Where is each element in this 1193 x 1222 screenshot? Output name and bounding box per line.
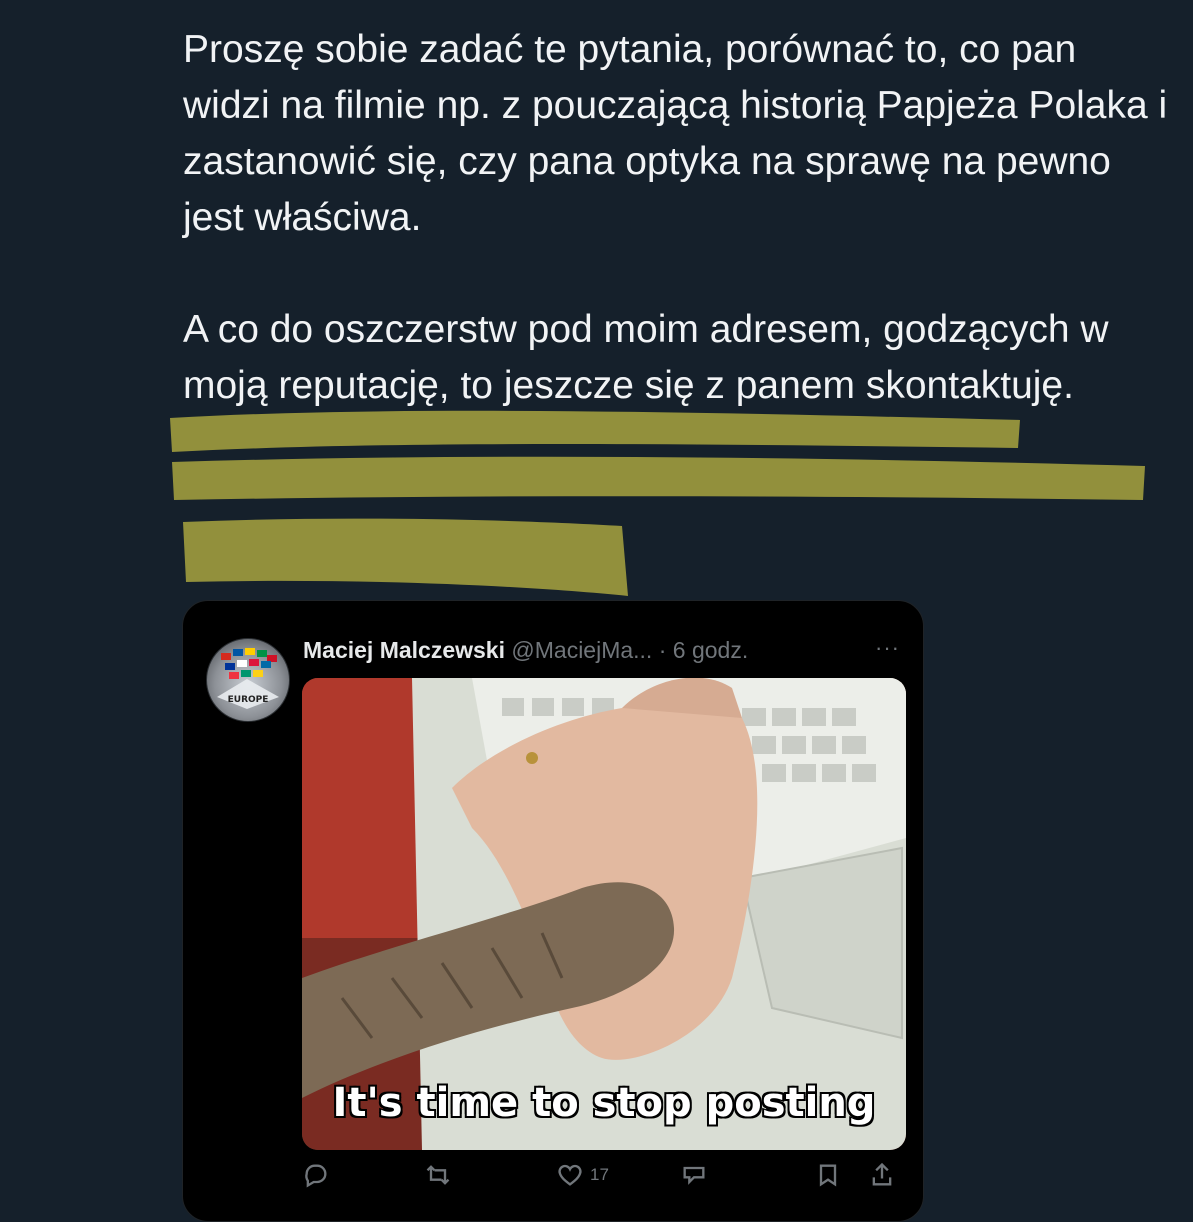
like-count: 17 <box>590 1165 609 1184</box>
bookmark-button[interactable] <box>814 1161 842 1189</box>
reply-icon <box>305 1164 327 1188</box>
heart-icon <box>558 1164 582 1186</box>
reply-button[interactable] <box>302 1161 330 1189</box>
views-button[interactable] <box>680 1161 708 1189</box>
more-options-icon[interactable]: ··· <box>875 635 900 661</box>
post-paragraph-1: Proszę sobie zadać te pytania, porównać … <box>183 28 1168 239</box>
tweet-action-bar: 17 <box>302 1161 914 1201</box>
retweet-button[interactable] <box>424 1161 452 1189</box>
author-line: Maciej Malczewski @MaciejMa... · 6 godz. <box>303 637 748 664</box>
views-icon <box>683 1166 705 1185</box>
post-body: Proszę sobie zadać te pytania, porównać … <box>183 22 1173 414</box>
avatar-flags-image: EUROPE <box>217 648 279 709</box>
share-icon <box>872 1162 892 1186</box>
avatar-lettering: EUROPE <box>228 695 269 705</box>
like-button[interactable]: 17 <box>556 1161 609 1189</box>
author-name[interactable]: Maciej Malczewski <box>303 637 505 663</box>
bookmark-icon <box>819 1164 837 1187</box>
share-button[interactable] <box>868 1161 896 1189</box>
retweet-icon <box>426 1165 450 1185</box>
author-avatar[interactable]: EUROPE <box>206 638 290 722</box>
post-paragraph-2-highlighted: A co do oszczerstw pod moim adresem, god… <box>183 308 1109 407</box>
quoted-tweet-card[interactable]: EUROPE Maciej Malczewski @MaciejMa... · … <box>182 600 924 1222</box>
meme-caption: It's time to stop posting <box>332 1079 877 1127</box>
meme-image[interactable]: It's time to stop posting <box>302 678 906 1150</box>
author-handle-time[interactable]: @MaciejMa... · 6 godz. <box>511 637 748 663</box>
